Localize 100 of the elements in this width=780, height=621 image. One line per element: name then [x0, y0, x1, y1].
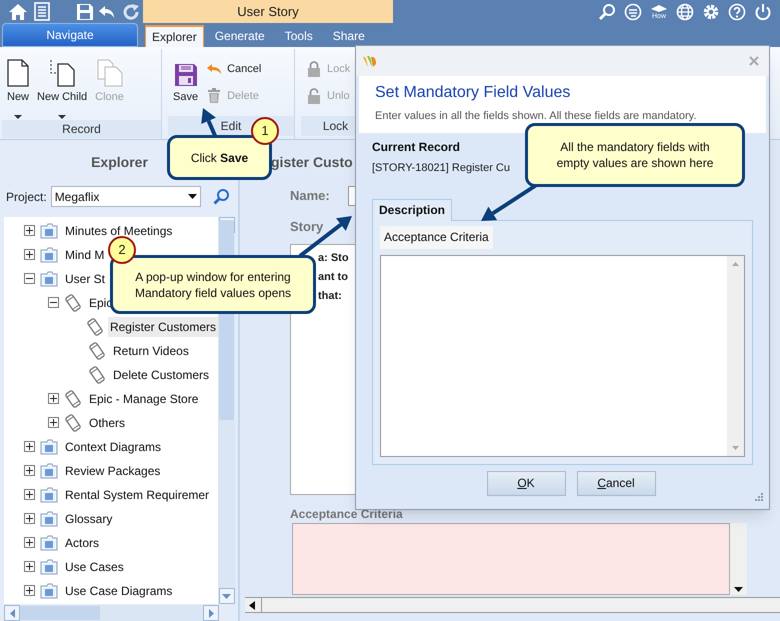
collapse-toggle[interactable] — [48, 297, 59, 308]
hat-icon — [650, 4, 668, 12]
resize-grip-icon[interactable] — [755, 493, 763, 501]
home-icon — [8, 2, 28, 20]
tree-item[interactable]: Others — [87, 412, 128, 433]
ribbon-tab[interactable]: Generate — [206, 25, 274, 47]
expand-toggle[interactable] — [24, 537, 35, 548]
dialog-button[interactable]: OK — [486, 470, 566, 496]
ribbon-tab[interactable]: Explorer — [145, 25, 204, 47]
search-icon — [598, 2, 616, 20]
circle-icon — [624, 2, 642, 20]
project-dropdown[interactable]: Megaflix — [50, 186, 201, 208]
tree-item[interactable]: Review Packages — [63, 460, 162, 481]
help-icon — [728, 2, 746, 20]
refresh-icon — [122, 2, 140, 20]
field-label: Acceptance Criteria — [380, 226, 493, 248]
collapse-toggle[interactable] — [24, 273, 35, 284]
scroll-icon — [65, 390, 81, 408]
group-label: Lock — [322, 118, 348, 135]
expand-toggle[interactable] — [24, 489, 35, 500]
tree-item[interactable]: Register Customers — [108, 316, 218, 337]
current-record-value: [STORY-18021] Register Cu — [372, 161, 510, 176]
expand-toggle[interactable] — [48, 417, 59, 428]
tree-item[interactable]: Actors — [63, 532, 102, 553]
expand-toggle[interactable] — [24, 513, 35, 524]
folder-icon — [40, 486, 58, 503]
folder-icon — [40, 246, 58, 263]
folder-icon — [40, 558, 58, 575]
scroll-icon — [65, 414, 81, 432]
project-label: Project: — [6, 188, 47, 206]
child-page-icon — [49, 59, 76, 87]
search-icon — [212, 188, 230, 206]
document-icon — [34, 2, 50, 21]
save-icon — [76, 2, 94, 20]
field-label: Current Record — [372, 139, 460, 156]
horizontal-scrollbar[interactable] — [245, 597, 780, 613]
padlock-icon — [307, 88, 321, 104]
tree-item[interactable]: Context Diagrams — [63, 436, 164, 457]
vertical-scrollbar[interactable] — [730, 523, 747, 595]
ribbon-button[interactable]: Cancel — [206, 61, 262, 78]
folder-icon — [40, 270, 58, 287]
arrow-right-icon[interactable] — [208, 608, 214, 618]
expand-toggle[interactable] — [24, 225, 35, 236]
trash-icon — [207, 88, 222, 104]
power-icon — [754, 2, 772, 20]
tree-item[interactable]: Rental System Requiremer — [63, 484, 212, 505]
group-label: Edit — [220, 118, 242, 135]
expand-toggle[interactable] — [24, 561, 35, 572]
expand-toggle[interactable] — [24, 585, 35, 596]
navigate-button[interactable]: Navigate — [2, 23, 138, 47]
logo-icon — [362, 54, 378, 68]
field-label: Acceptance Criteria — [290, 507, 403, 521]
folder-icon — [40, 438, 58, 455]
ribbon-tab[interactable]: Share — [324, 25, 374, 47]
field-label: Story — [290, 218, 324, 236]
folder-icon — [40, 582, 58, 599]
callout-tooltip: Click Save — [167, 135, 272, 180]
expand-toggle[interactable] — [24, 465, 35, 476]
tree-item[interactable]: Epic - Manage Store — [87, 388, 200, 409]
expand-toggle[interactable] — [24, 249, 35, 260]
page-icon — [7, 59, 29, 87]
field-label: Name: — [290, 187, 331, 206]
tree-item[interactable]: Delete Customers — [111, 364, 212, 385]
panel-title: Explorer — [91, 153, 148, 172]
ribbon-tab[interactable]: Tools — [276, 25, 322, 47]
ribbon-button[interactable]: New Child — [37, 57, 88, 120]
callout-tooltip: All the mandatory fields with empty values are shown here — [525, 123, 745, 187]
expand-toggle[interactable] — [24, 441, 35, 452]
globe-icon — [676, 2, 694, 20]
dialog-button[interactable]: Cancel — [576, 470, 656, 496]
dialog-subtitle: Enter values in all the fields shown. All these fields are mandatory. — [375, 109, 696, 124]
scroll-icon — [65, 294, 81, 312]
folder-icon — [40, 534, 58, 551]
arrow-left-icon[interactable] — [249, 600, 255, 610]
padlock-icon — [307, 61, 321, 78]
ribbon-button[interactable]: Save — [173, 57, 198, 116]
dialog-tab[interactable]: Description — [372, 198, 452, 220]
scroll-icon — [89, 366, 105, 384]
acceptance-criteria-field[interactable] — [292, 523, 730, 595]
context-title: User Story — [143, 0, 393, 23]
arrow-down-icon[interactable] — [734, 587, 743, 592]
tree-item[interactable]: Use Case Diagrams — [63, 580, 174, 601]
copy-icon — [96, 59, 123, 87]
settings-icon — [702, 2, 720, 20]
tree-item[interactable]: Return Videos — [111, 340, 191, 361]
folder-icon — [40, 462, 58, 479]
record-title: gister Custo — [271, 153, 353, 172]
scroll-icon — [89, 342, 105, 360]
ribbon-button[interactable]: New — [7, 57, 30, 120]
horizontal-scrollbar[interactable] — [4, 605, 219, 621]
tree-item[interactable]: Use Cases — [63, 556, 126, 577]
tree-item[interactable]: Mind M — [63, 244, 106, 265]
undo-arrow-icon — [206, 63, 222, 76]
expand-toggle[interactable] — [48, 393, 59, 404]
tree-item[interactable]: User St — [63, 268, 108, 289]
tree-item[interactable]: Glossary — [63, 508, 114, 529]
caret-icon — [188, 194, 197, 200]
dialog-title: Set Mandatory Field Values — [375, 83, 570, 103]
folder-icon — [40, 222, 58, 239]
folder-icon — [40, 510, 58, 527]
